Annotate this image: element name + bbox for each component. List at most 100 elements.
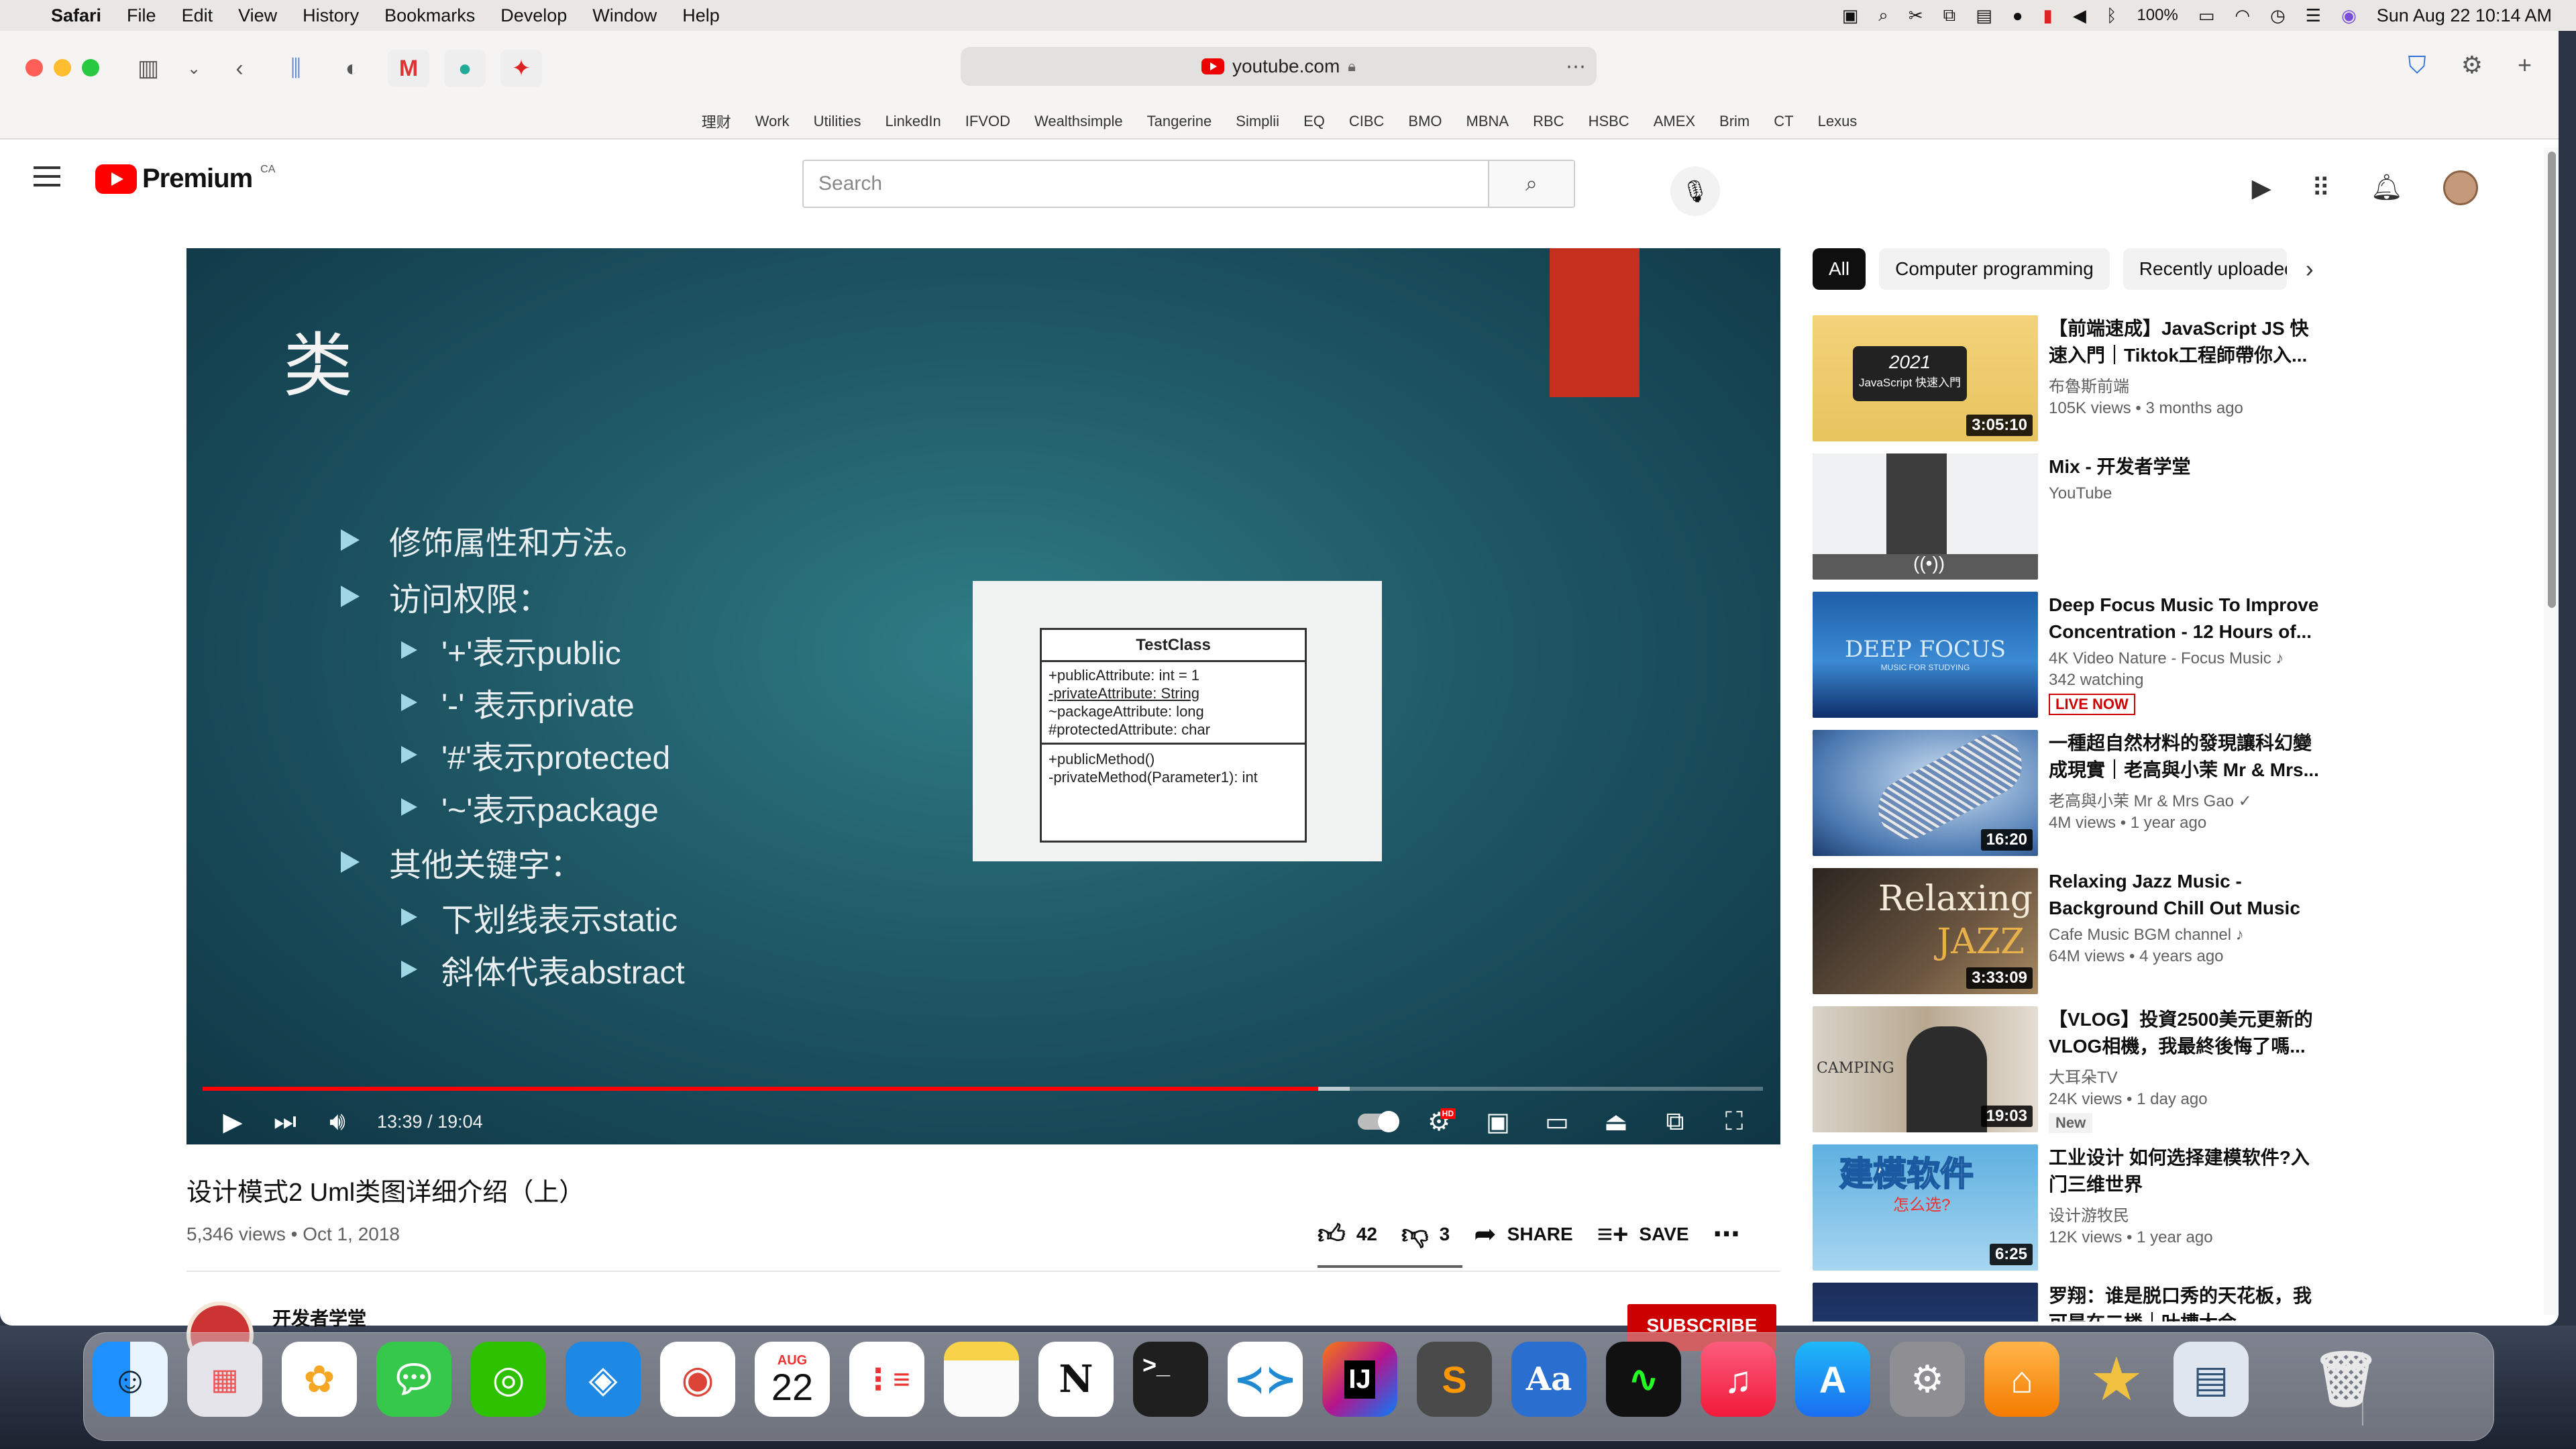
- maple-leaf-icon[interactable]: ✦: [500, 50, 542, 87]
- menubar-datetime[interactable]: Sun Aug 22 10:14 AM: [2377, 5, 2552, 26]
- favorite-item[interactable]: Wealthsimple: [1034, 113, 1123, 130]
- maps-icon[interactable]: ●: [444, 50, 486, 87]
- recommendation-title[interactable]: Mix - 开发者学堂: [2049, 453, 2324, 480]
- account-avatar[interactable]: [2443, 170, 2478, 205]
- recommendation-item[interactable]: Relaxing JAZZ 3:33:09 Relaxing Jazz Musi…: [1813, 868, 2322, 996]
- theater-mode-icon[interactable]: ▭: [1531, 1099, 1583, 1144]
- menu-view[interactable]: View: [238, 5, 277, 26]
- menu-hamburger-icon[interactable]: [34, 166, 60, 193]
- menu-develop[interactable]: Develop: [500, 5, 567, 26]
- video-thumbnail[interactable]: 建模软件 怎么选? 6:25: [1813, 1144, 2038, 1271]
- recommendation-channel[interactable]: 设计游牧民: [2049, 1202, 2324, 1226]
- chip-all[interactable]: All: [1813, 248, 1866, 290]
- user-icon[interactable]: ●: [2012, 5, 2023, 26]
- favorite-item[interactable]: Utilities: [814, 113, 861, 130]
- recommendation-item[interactable]: CAMPING 19:03 【VLOG】投資2500美元更新的VLOG相機，我最…: [1813, 1006, 2322, 1134]
- recommendation-item[interactable]: 建模软件 怎么选? 6:25 工业设计 如何选择建模软件?入门三维世界 设计游牧…: [1813, 1144, 2322, 1272]
- vscode-icon[interactable]: ≺≻: [1228, 1342, 1303, 1417]
- miniplayer-icon[interactable]: ▣: [1472, 1099, 1524, 1144]
- control-center-icon[interactable]: ☰: [2306, 5, 2321, 26]
- gmail-icon[interactable]: M: [388, 50, 429, 87]
- safari-icon[interactable]: ◈: [566, 1342, 641, 1417]
- favorite-item[interactable]: MBNA: [1466, 113, 1509, 130]
- channel-name[interactable]: 开发者学堂: [272, 1304, 366, 1331]
- next-icon[interactable]: ⏭: [259, 1099, 311, 1144]
- sidebar-toggle-icon[interactable]: ▥: [127, 50, 169, 87]
- new-tab-icon[interactable]: +: [2518, 51, 2532, 80]
- notifications-bell-icon[interactable]: 🔔︎: [2371, 173, 2403, 203]
- notes-icon[interactable]: [944, 1342, 1019, 1417]
- car-icon[interactable]: ▤: [1976, 5, 1992, 26]
- bluetooth-icon[interactable]: ᛒ: [2106, 5, 2117, 26]
- airplay-icon[interactable]: ⏏: [1590, 1099, 1642, 1144]
- play-icon[interactable]: ▶: [207, 1099, 259, 1144]
- time-machine-icon[interactable]: ◷: [2270, 5, 2286, 26]
- recommendation-title[interactable]: 一種超自然材料的發現讓科幻變成現實｜老高與小茉 Mr & Mrs...: [2049, 730, 2324, 784]
- home-icon[interactable]: ⌂: [1984, 1342, 2059, 1417]
- battery-icon[interactable]: ▭: [2198, 5, 2215, 26]
- notion-icon[interactable]: N: [1038, 1342, 1114, 1417]
- like-button[interactable]: 👍︎ 42: [1318, 1218, 1377, 1250]
- picture-in-picture-icon[interactable]: ⧉: [1649, 1099, 1701, 1144]
- search-button[interactable]: ⌕: [1488, 161, 1574, 207]
- favorite-item[interactable]: Work: [755, 113, 790, 130]
- favorite-item[interactable]: LinkedIn: [885, 113, 941, 130]
- recommendation-channel[interactable]: 大耳朵TV: [2049, 1064, 2324, 1087]
- recommendation-title[interactable]: 罗翔：谁是脱口秀的天花板，我可是在二楼｜叶槽大会: [2049, 1283, 2322, 1322]
- video-player[interactable]: 类 修饰属性和方法。 访问权限： '+'表示public '-' 表示private '…: [186, 248, 1780, 1144]
- favorite-item[interactable]: AMEX: [1654, 113, 1695, 130]
- recommendation-title[interactable]: 【前端速成】JavaScript JS 快速入門｜Tiktok工程師帶你入...: [2049, 315, 2324, 369]
- menu-app-name[interactable]: Safari: [51, 5, 101, 26]
- favorite-item[interactable]: Brim: [1719, 113, 1750, 130]
- settings-gear-icon[interactable]: ⚙ HD: [1413, 1099, 1465, 1144]
- sublime-icon[interactable]: S: [1417, 1342, 1492, 1417]
- video-thumbnail[interactable]: [1813, 1283, 2038, 1322]
- more-options-icon[interactable]: ⋯: [1566, 55, 1586, 78]
- favorite-item[interactable]: CT: [1774, 113, 1793, 130]
- menu-bookmarks[interactable]: Bookmarks: [384, 5, 475, 26]
- wifi-icon[interactable]: ◠: [2235, 5, 2250, 26]
- menu-window[interactable]: Window: [592, 5, 657, 26]
- recommendation-item[interactable]: ((•)) Mix - 开发者学堂 YouTube: [1813, 453, 2322, 581]
- translate-icon[interactable]: ⧉: [1943, 5, 1956, 26]
- menu-edit[interactable]: Edit: [182, 5, 213, 26]
- favorite-item[interactable]: 理财: [702, 111, 731, 132]
- recommendation-channel[interactable]: YouTube: [2049, 484, 2324, 503]
- zoom-window-button[interactable]: [82, 59, 99, 76]
- finder-icon[interactable]: ☺: [93, 1342, 168, 1417]
- menu-file[interactable]: File: [127, 5, 156, 26]
- chevron-down-icon[interactable]: ⌄: [184, 50, 204, 87]
- create-video-icon[interactable]: ▶︎: [2252, 173, 2271, 203]
- video-thumbnail[interactable]: 2021 JavaScript 快速入門 3:05:10: [1813, 315, 2038, 441]
- menu-help[interactable]: Help: [682, 5, 720, 26]
- reminders-icon[interactable]: ⋮≡: [849, 1342, 924, 1417]
- autoplay-toggle[interactable]: [1358, 1111, 1399, 1132]
- chevron-right-icon[interactable]: ›: [2306, 255, 2314, 283]
- favorite-item[interactable]: IFVOD: [965, 113, 1010, 130]
- favorite-item[interactable]: HSBC: [1589, 113, 1629, 130]
- favorite-item[interactable]: Lexus: [1818, 113, 1858, 130]
- menu-history[interactable]: History: [303, 5, 359, 26]
- terminal-icon[interactable]: >_: [1133, 1342, 1208, 1417]
- intellij-icon[interactable]: IJ: [1322, 1342, 1397, 1417]
- favorite-item[interactable]: Simplii: [1236, 113, 1279, 130]
- recommendation-channel[interactable]: 布魯斯前端: [2049, 373, 2324, 396]
- wechat-icon[interactable]: ◎: [471, 1342, 546, 1417]
- volume-icon[interactable]: 🔊︎: [311, 1099, 364, 1144]
- apps-grid-icon[interactable]: ⠿: [2312, 173, 2330, 203]
- chip-computer-programming[interactable]: Computer programming: [1879, 248, 2110, 290]
- dislike-button[interactable]: 👎︎ 3: [1401, 1218, 1450, 1250]
- video-thumbnail[interactable]: 16:20: [1813, 730, 2038, 856]
- recommendation-title[interactable]: 【VLOG】投資2500美元更新的VLOG相機，我最終後悔了嗎...: [2049, 1006, 2324, 1060]
- fullscreen-icon[interactable]: ⛶: [1708, 1099, 1760, 1144]
- chrome-icon[interactable]: ◉: [660, 1342, 735, 1417]
- calendar-icon[interactable]: AUG 22: [755, 1342, 830, 1417]
- canada-flag-icon[interactable]: ▮: [2043, 5, 2053, 26]
- minimize-window-button[interactable]: [54, 59, 71, 76]
- favorite-item[interactable]: CIBC: [1349, 113, 1385, 130]
- youtube-premium-logo[interactable]: Premium CA: [95, 164, 275, 194]
- scrollbar-thumb[interactable]: [2548, 152, 2556, 608]
- trash-icon[interactable]: 🗑︎: [2308, 1342, 2383, 1417]
- favorite-item[interactable]: RBC: [1533, 113, 1564, 130]
- scissors-icon[interactable]: ✂: [1909, 5, 1923, 26]
